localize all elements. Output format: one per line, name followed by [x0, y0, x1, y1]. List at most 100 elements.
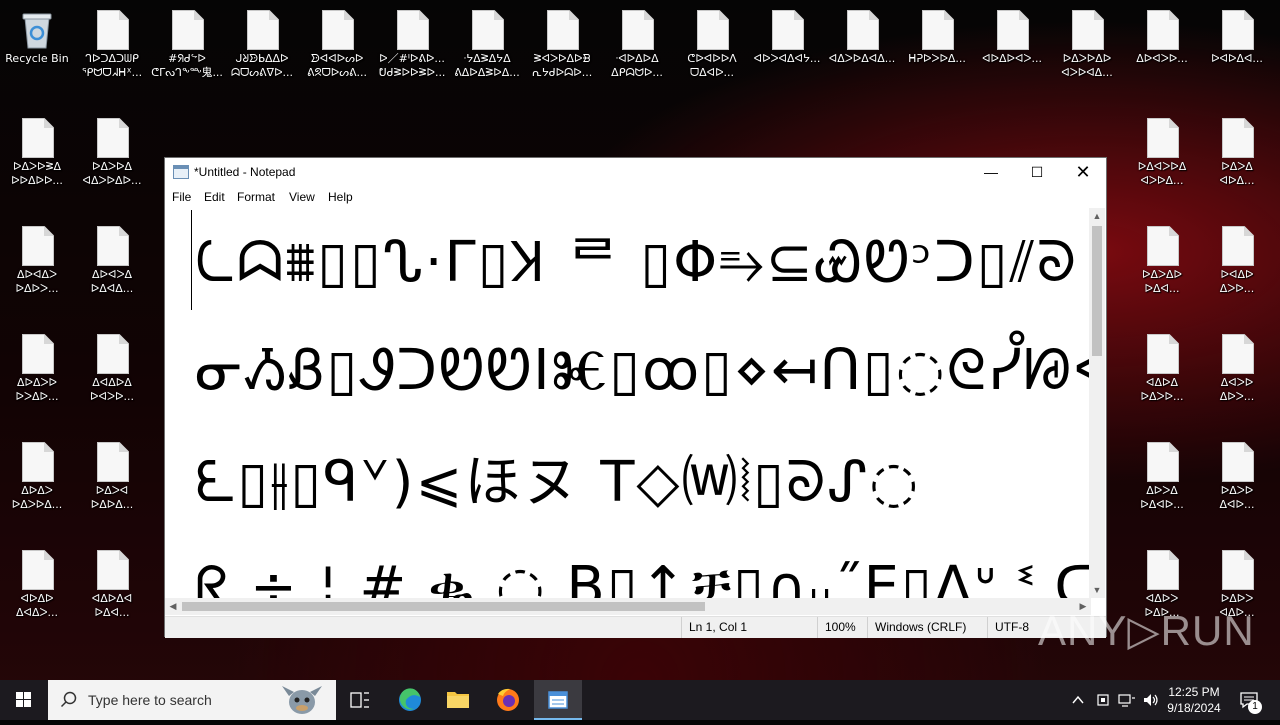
desktop-file-icon[interactable]: ᕒᐊᐳᐅᐃᐅᗽ ᕆᔭᑯᐅᗣᐅ... — [525, 0, 599, 100]
notepad-taskbar-button[interactable] — [534, 680, 582, 720]
document-icon — [97, 118, 129, 158]
taskbar-search-box[interactable]: Type here to search — [48, 680, 336, 720]
desktop-file-icon[interactable]: ᐅᐃᐊᐳᐅᐃ ᐊᐳᐅᐃ... — [1125, 108, 1199, 208]
desktop-file-icon[interactable]: ᐊᐅᐃᐅ ᐃᐊᐃᐳ... — [0, 540, 74, 640]
text-line: ᖇ ÷ ¦ # ቈ ◌ B▯↑ቻ▯∩ᵤ˝E▯ᐱᐡ ᓫ ᑕ Γ — [195, 555, 1091, 598]
desktop-file-icon[interactable]: ᐊᐃᐳᐅᐃᐊᐃ... — [825, 0, 899, 100]
notification-center-button[interactable]: 1 — [1232, 680, 1280, 720]
desktop-file-icon[interactable]: ᐃᐊᐳᐅ ᐃᐅᐳ... — [1200, 324, 1274, 424]
notepad-icon — [173, 165, 189, 179]
maximize-button[interactable]: ☐ — [1014, 158, 1060, 186]
document-icon — [1147, 550, 1179, 590]
start-button[interactable] — [0, 680, 48, 720]
anyrun-watermark: ANY▷RUN — [1038, 607, 1255, 654]
desktop-file-label: ᕦᐅᐊᐅᐅᐱ ᗜᐃᐊᐅ... — [687, 52, 737, 79]
desktop-file-icon[interactable]: ᐃᐊᐃᐅᐃ ᐅᐊᐳᐅ... — [75, 324, 149, 424]
notification-count-badge: 1 — [1248, 700, 1262, 714]
menu-help[interactable]: Help — [328, 190, 353, 204]
desktop-file-icon[interactable]: ᕦᐅᐊᐅᐅᐱ ᗜᐃᐊᐅ... — [675, 0, 749, 100]
desktop-file-label: ᒉᐅᑐᐃᑐᗯᑭ ᕿᗢᗜᖽᕼᕁ... — [81, 52, 143, 79]
show-hidden-icons-chevron-icon[interactable] — [1070, 693, 1086, 707]
desktop-file-icon[interactable]: #ᖆᑯᖦᐅ ᕦᒥᔓᒉᖕᖖ鬼... — [150, 0, 224, 100]
document-icon — [22, 550, 54, 590]
menu-view[interactable]: View — [289, 190, 315, 204]
document-icon — [847, 10, 879, 50]
desktop-file-icon[interactable]: ᐃᐅᐊᐳᐅ... — [1125, 0, 1199, 100]
desktop-file-icon[interactable]: ᐊᐃᐅᐃ ᐅᐃᐳᐅ... — [1125, 324, 1199, 424]
desktop-file-label: ᐊᐅᐳᐊᐃᐊᔭ... — [753, 52, 821, 65]
device-icon[interactable] — [1095, 692, 1111, 708]
minimize-button[interactable]: — — [968, 158, 1014, 186]
taskbar-clock[interactable]: 12:25 PM 9/18/2024 — [1163, 684, 1225, 716]
document-icon — [22, 226, 54, 266]
volume-icon[interactable] — [1142, 692, 1160, 708]
menu-format[interactable]: Format — [237, 190, 275, 204]
desktop-file-icon[interactable]: ᐃᐅᐃᐳᐅ ᐅᐳᐃᐅ... — [0, 324, 74, 424]
menu-bar: File Edit Format View Help — [165, 186, 1106, 208]
title-bar[interactable]: *Untitled - Notepad — ☐ ✕ — [165, 158, 1106, 186]
document-icon — [1147, 118, 1179, 158]
desktop-file-icon[interactable]: ᐅᐃᐳᐃ ᐊᐅᐃ... — [1200, 108, 1274, 208]
desktop-file-label: ᒍᖈᗦᖯᐃᐃᐅ ᗣᗜᔕᕕᐁᐅ... — [230, 52, 294, 79]
desktop-file-icon[interactable]: ᐧᐊᐅᐃᐅᐃ ᐃᑭᗣᗢᐅ... — [600, 0, 674, 100]
desktop-file-icon[interactable]: ᒉᐅᑐᐃᑐᗯᑭ ᕿᗢᗜᖽᕼᕁ... — [75, 0, 149, 100]
desktop-file-icon[interactable]: ᐅᐊᐃᐅ ᐃᐳᐅ... — [1200, 216, 1274, 316]
desktop-file-icon[interactable]: ᐃᐅᐃᐳ ᐅᐃᐳᐅᐃ... — [0, 432, 74, 532]
desktop-file-icon[interactable]: ᐊᐅᐳᐊᐃᐊᔭ... — [750, 0, 824, 100]
desktop-file-label: ᐅᐃᐳᐃ ᐊᐅᐃ... — [1219, 160, 1255, 187]
menu-file[interactable]: File — [172, 190, 191, 204]
desktop-file-icon[interactable]: ᗦᐊᐊᐅᔕᐅ ᕕᘝᗜᐅᔕᕕ... — [300, 0, 374, 100]
desktop-file-label: ᐊᐅᐃᐅᐊᐳ... — [982, 52, 1042, 65]
scroll-up-arrow-icon[interactable]: ▲ — [1089, 208, 1105, 224]
desktop-file-label: ᐃᐅᐳᐃ ᐅᐃᐊᐅ... — [1140, 484, 1184, 511]
vertical-scroll-thumb[interactable] — [1092, 226, 1102, 356]
desktop-file-icon[interactable]: ᐃᐅᐊᐳᐃ ᐅᐃᐊᐃ... — [75, 216, 149, 316]
edge-taskbar-button[interactable] — [386, 680, 434, 720]
desktop-file-label: ᐃᐅᐃᐳ ᐅᐃᐳᐅᐃ... — [11, 484, 63, 511]
desktop-file-label: ᐅᐃᐳᐅᕒᐃ ᐅᐅᐃᐅᐅ... — [11, 160, 63, 187]
status-separator — [681, 617, 682, 638]
document-icon — [622, 10, 654, 50]
document-icon — [1147, 10, 1179, 50]
desktop-file-icon[interactable]: ᐅᐃᐳᐊ ᐅᐃᐅᐃ... — [75, 432, 149, 532]
recycle-bin-icon[interactable]: Recycle Bin — [0, 0, 74, 100]
zoom-level: 100% — [825, 620, 856, 634]
desktop-file-icon[interactable]: ᐃᐅᐊᐃᐳ ᐅᐃᐅᐳ... — [0, 216, 74, 316]
desktop-file-icon[interactable]: ᐅᐃᐳᐅ ᐃᐊᐅ... — [1200, 432, 1274, 532]
desktop-file-icon[interactable]: ᕼᕈᐅᐳᐅᐃ... — [900, 0, 974, 100]
horizontal-scrollbar[interactable]: ◀ ▶ — [165, 598, 1091, 615]
desktop-file-label: ᐅᐃᐳᐅᐃᐅ ᐊᐳᐅᐊᐃ... — [1061, 52, 1113, 79]
document-icon — [97, 442, 129, 482]
desktop-file-label: ᕒᐊᐳᐅᐃᐅᗽ ᕆᔭᑯᐅᗣᐅ... — [531, 52, 593, 79]
desktop-file-icon[interactable]: ᒍᖈᗦᖯᐃᐃᐅ ᗣᗜᔕᕕᐁᐅ... — [225, 0, 299, 100]
desktop-file-icon[interactable]: ᐃᐅᐳᐃ ᐅᐃᐊᐅ... — [1125, 432, 1199, 532]
desktop-file-icon[interactable]: ᐊᐅᐃᐅᐊᐳ... — [975, 0, 1049, 100]
text-editor[interactable]: ᘇᗣ⩩▯▯ᔐ·Γ▯Ʞ ᄅ ▯Φ⥱⊆ᏯᏬᵓᑐ▯⫽ᘐ ᓂᏱᏰ▯ᏭᑐᏬᏬIⰨ▯ꝏ▯⋄↤… — [165, 208, 1091, 598]
document-icon — [97, 550, 129, 590]
scroll-down-arrow-icon[interactable]: ▼ — [1089, 582, 1105, 598]
scroll-left-arrow-icon[interactable]: ◀ — [165, 598, 181, 615]
document-icon — [22, 442, 54, 482]
desktop-file-label: ᐧᔭᐃᕒᐃᔭᐃ ᕕᐃᐅᐃᕒᐅᐃ... — [454, 52, 520, 79]
task-view-button[interactable] — [336, 680, 384, 720]
notepad-window[interactable]: *Untitled - Notepad — ☐ ✕ File Edit Form… — [164, 157, 1107, 638]
desktop-file-icon[interactable]: ᐅᐃᐳᐅᐃ ᐊᐃᐳᐅᐃᐅ... — [75, 108, 149, 208]
taskbar: Type here to search 12:25 PM 9/18/2024 1 — [0, 680, 1280, 720]
horizontal-scroll-thumb[interactable] — [182, 602, 705, 611]
status-separator — [817, 617, 818, 638]
desktop-file-icon[interactable]: ᐅᐃᐳᐃᐅ ᐅᐃᐊ... — [1125, 216, 1199, 316]
desktop-file-icon[interactable]: ᐅᐊᐅᐃᐊ... — [1200, 0, 1274, 100]
menu-edit[interactable]: Edit — [204, 190, 225, 204]
desktop-file-icon[interactable]: ᐊᐃᐅᐃᐊ ᐅᐃᐊ... — [75, 540, 149, 640]
close-button[interactable]: ✕ — [1060, 158, 1106, 186]
desktop-file-icon[interactable]: ᐅ／#ᑊᐅᕕᐅ... ᕞᑯᕒᐅᐅᕒᐅ... — [375, 0, 449, 100]
vertical-scrollbar[interactable]: ▲ ▼ — [1089, 208, 1105, 598]
document-icon — [1072, 10, 1104, 50]
desktop-file-icon[interactable]: ᐅᐃᐳᐅᕒᐃ ᐅᐅᐃᐅᐅ... — [0, 108, 74, 208]
firefox-taskbar-button[interactable] — [484, 680, 532, 720]
file-explorer-taskbar-button[interactable] — [434, 680, 482, 720]
desktop-file-label: ᐅ／#ᑊᐅᕕᐅ... ᕞᑯᕒᐅᐅᕒᐅ... — [378, 52, 446, 79]
desktop-file-icon[interactable]: ᐅᐃᐳᐅᐃᐅ ᐊᐳᐅᐊᐃ... — [1050, 0, 1124, 100]
network-icon[interactable] — [1118, 692, 1136, 708]
desktop-file-icon[interactable]: ᐧᔭᐃᕒᐃᔭᐃ ᕕᐃᐅᐃᕒᐅᐃ... — [450, 0, 524, 100]
